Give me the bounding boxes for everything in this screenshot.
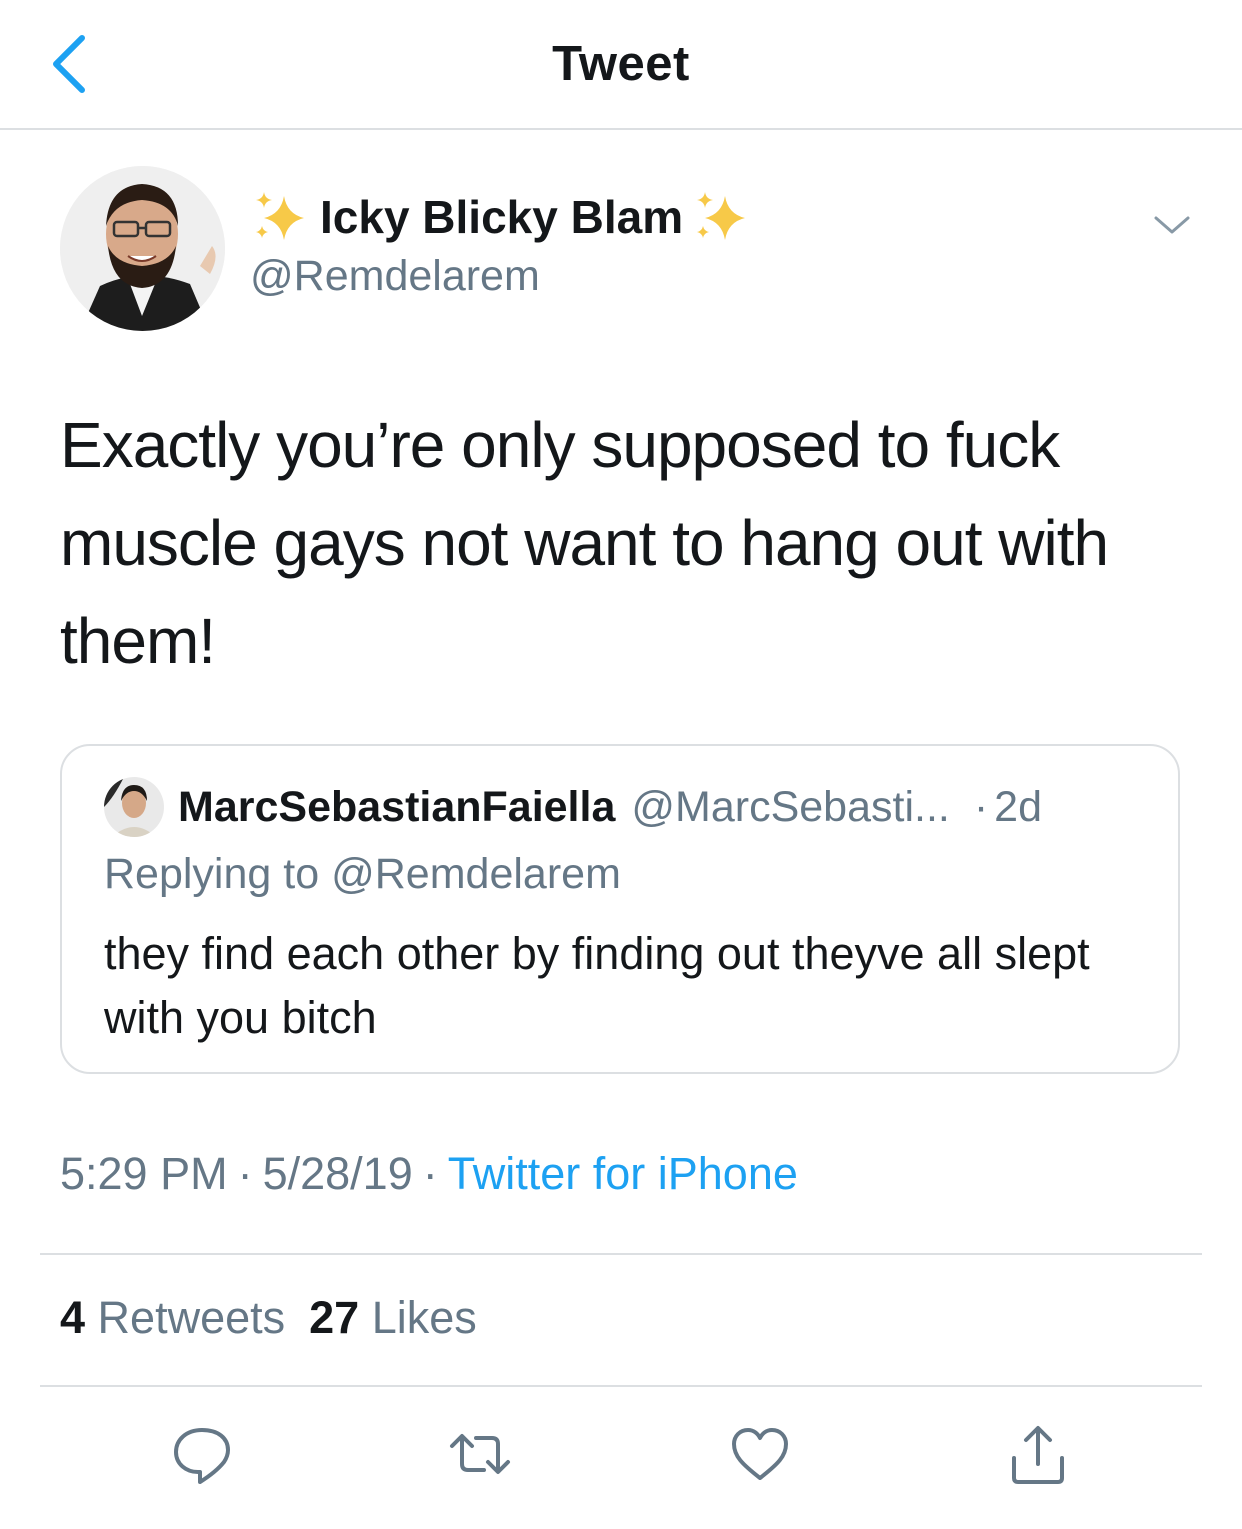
likes-count: 27 (309, 1292, 360, 1343)
share-button[interactable] (1006, 1422, 1070, 1486)
author-display-name: Icky Blicky Blam (320, 191, 684, 243)
divider (40, 1253, 1202, 1255)
likes-label: Likes (371, 1292, 477, 1343)
engagement-stats: 4 Retweets 27 Likes (60, 1292, 477, 1344)
navigation-bar: Tweet (0, 0, 1242, 130)
retweets-stat[interactable]: 4 Retweets (60, 1292, 285, 1343)
quoted-author-name: MarcSebastianFaiella (178, 782, 616, 831)
quoted-author-handle: @MarcSebasti... (631, 782, 950, 831)
retweets-label: Retweets (97, 1292, 286, 1343)
separator-dot: · (422, 1148, 438, 1199)
separator-dot: · (237, 1148, 253, 1199)
reply-icon (174, 1428, 230, 1484)
heart-icon (732, 1428, 788, 1480)
quoted-tweet[interactable]: MarcSebastianFaiella @MarcSebasti... · 2… (60, 744, 1180, 1074)
author-avatar[interactable] (60, 166, 225, 331)
tweet-date: 5/28/19 (262, 1148, 413, 1199)
replying-to-handle: @Remdelarem (331, 850, 621, 898)
tweet-text: Exactly you’re only supposed to fuck mus… (60, 409, 1109, 677)
author-handle[interactable]: @Remdelarem (250, 252, 540, 301)
tweet-source-link[interactable]: Twitter for iPhone (448, 1148, 798, 1199)
tweet-time: 5:29 PM (60, 1148, 228, 1199)
chevron-down-icon[interactable] (1152, 210, 1192, 240)
retweets-count: 4 (60, 1292, 86, 1343)
sparkles-icon (697, 192, 746, 240)
replying-to-line: Replying to @Remdelarem (104, 850, 621, 899)
like-button[interactable] (728, 1422, 792, 1486)
reply-button[interactable] (170, 1422, 234, 1486)
retweet-icon (450, 1434, 510, 1474)
sparkles-icon (256, 192, 304, 240)
quoted-tweet-age: 2d (994, 782, 1043, 831)
quoted-author-avatar (104, 777, 164, 837)
quoted-tweet-text: they find each other by finding out they… (104, 928, 1090, 1043)
retweet-button[interactable] (448, 1422, 512, 1486)
separator-dot: · (973, 782, 989, 831)
author-name-row[interactable]: Icky Blicky Blam (250, 186, 753, 248)
tweet-metadata: 5:29 PM · 5/28/19 · Twitter for iPhone (60, 1148, 798, 1200)
replying-to-label: Replying to (104, 850, 320, 898)
quoted-tweet-header: MarcSebastianFaiella @MarcSebasti... · 2… (104, 776, 1042, 838)
share-icon (1012, 1426, 1064, 1484)
divider (40, 1385, 1202, 1387)
likes-stat[interactable]: 27 Likes (309, 1292, 477, 1343)
page-title: Tweet (552, 37, 690, 91)
